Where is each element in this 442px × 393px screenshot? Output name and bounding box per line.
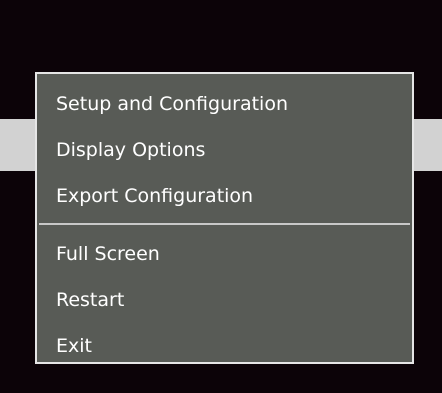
menu-item-restart[interactable]: Restart — [37, 277, 412, 323]
menu-item-setup-and-configuration[interactable]: Setup and Configuration — [37, 81, 412, 127]
menu-item-display-options[interactable]: Display Options — [37, 127, 412, 173]
menu-item-exit[interactable]: Exit — [37, 323, 412, 369]
context-menu: Setup and Configuration Display Options … — [35, 72, 414, 364]
menu-group-config: Setup and Configuration Display Options … — [37, 74, 412, 219]
menu-group-app: Full Screen Restart Exit — [37, 225, 412, 369]
menu-item-export-configuration[interactable]: Export Configuration — [37, 173, 412, 219]
menu-item-full-screen[interactable]: Full Screen — [37, 231, 412, 277]
